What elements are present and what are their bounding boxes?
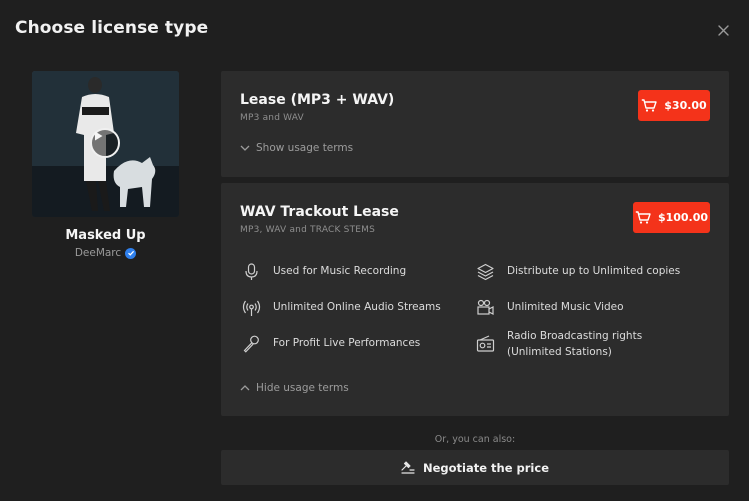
play-icon [95, 131, 103, 141]
term-item: Radio Broadcasting rights (Unlimited Sta… [476, 328, 676, 360]
term-item: Used for Music Recording [242, 263, 406, 281]
price-label: $100.00 [657, 211, 709, 224]
toggle-label: Show usage terms [256, 142, 354, 154]
hide-usage-terms-toggle[interactable]: Hide usage terms [240, 382, 349, 394]
license-files: MP3 and WAV [240, 113, 304, 123]
cover-art [32, 71, 179, 217]
chevron-down-icon [240, 145, 250, 151]
negotiate-price-button[interactable]: Negotiate the price [221, 450, 729, 485]
cart-icon [635, 211, 651, 224]
close-icon[interactable] [716, 23, 731, 38]
video-camera-icon [476, 299, 495, 317]
play-button[interactable] [90, 128, 120, 158]
term-item: Unlimited Online Audio Streams [242, 299, 441, 317]
layers-icon [476, 263, 495, 281]
license-files: MP3, WAV and TRACK STEMS [240, 225, 376, 235]
buy-button-lease[interactable]: $30.00 [638, 90, 710, 121]
alternative-options-label: Or, you can also: [434, 434, 516, 445]
modal-title: Choose license type [15, 18, 209, 38]
show-usage-terms-toggle[interactable]: Show usage terms [240, 142, 353, 154]
gavel-icon [401, 461, 415, 474]
track-title: Masked Up [65, 228, 146, 243]
negotiate-label: Negotiate the price [422, 460, 549, 475]
radio-icon [476, 335, 495, 353]
license-card-lease[interactable]: Lease (MP3 + WAV) MP3 and WAV $30.00 Sho… [221, 71, 729, 177]
buy-button-trackout[interactable]: $100.00 [633, 202, 710, 233]
verified-badge-icon [125, 247, 137, 259]
price-label: $30.00 [664, 99, 707, 112]
term-item: Distribute up to Unlimited copies [476, 263, 680, 281]
term-item: Unlimited Music Video [476, 299, 624, 317]
microphone-icon [242, 263, 261, 281]
artist-name[interactable]: DeeMarc [75, 247, 121, 259]
chevron-up-icon [240, 385, 250, 391]
toggle-label: Hide usage terms [256, 382, 349, 394]
license-modal: Choose license type Masked Up DeeMarc Le… [0, 0, 749, 501]
license-name: Lease (MP3 + WAV) [240, 92, 395, 108]
term-item: For Profit Live Performances [242, 335, 420, 353]
artist-row: DeeMarc [32, 247, 179, 259]
handheld-mic-icon [242, 335, 261, 353]
cart-icon [642, 99, 657, 112]
license-card-trackout[interactable]: WAV Trackout Lease MP3, WAV and TRACK ST… [221, 183, 729, 416]
license-name: WAV Trackout Lease [240, 204, 399, 220]
broadcast-icon [242, 299, 261, 317]
